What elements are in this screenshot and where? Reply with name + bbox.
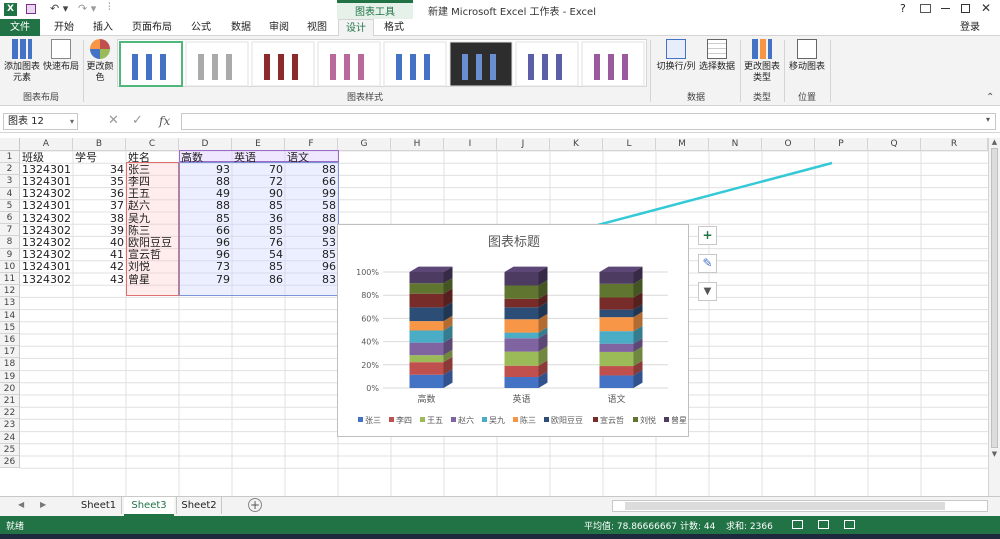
legend-swatch <box>482 417 487 422</box>
bar-segment[interactable] <box>599 317 634 332</box>
legend-swatch <box>389 417 394 422</box>
legend-swatch <box>633 417 638 422</box>
y-tick-label: 40% <box>361 338 379 347</box>
bar-segment[interactable] <box>504 319 539 333</box>
sheet-tabs-bar: ◀ ▶ Sheet1 Sheet3 Sheet2 + <box>0 496 1000 516</box>
bar-segment[interactable] <box>504 332 539 339</box>
status-average: 平均值: 78.86666667 <box>584 522 678 532</box>
bar-segment[interactable] <box>409 307 444 322</box>
legend-label[interactable]: 欧阳豆豆 <box>551 415 583 425</box>
legend-label[interactable]: 曾星 <box>671 415 687 425</box>
chart-elements-button[interactable]: + <box>698 226 717 245</box>
bar-segment[interactable] <box>504 272 539 286</box>
hscroll-thumb[interactable] <box>625 502 945 510</box>
chart-styles-brush-button[interactable]: ✎ <box>698 254 717 273</box>
y-tick-label: 80% <box>361 291 379 300</box>
bar-segment[interactable] <box>599 309 634 318</box>
legend-label[interactable]: 吴九 <box>489 416 505 425</box>
y-tick-label: 0% <box>366 384 379 393</box>
bar-segment[interactable] <box>504 338 539 352</box>
legend-label[interactable]: 李四 <box>396 415 412 425</box>
legend-swatch <box>593 417 598 422</box>
horizontal-scrollbar[interactable] <box>612 500 988 512</box>
chart-object[interactable]: 图表标题 0% 20% 40% 60% 80% 100% 高数 英语 语文 张三 李四 王五 赵六 吴… <box>337 224 689 437</box>
legend-label[interactable]: 张三 <box>365 416 381 425</box>
category-label: 英语 <box>512 393 530 405</box>
bar-segment[interactable] <box>504 351 539 366</box>
legend-swatch <box>664 417 669 422</box>
legend-label[interactable]: 刘悦 <box>640 415 656 425</box>
taskbar <box>0 534 1000 539</box>
bar-segment[interactable] <box>599 343 634 352</box>
add-sheet-icon[interactable]: + <box>248 498 262 512</box>
bar-segment[interactable] <box>409 342 444 356</box>
legend-swatch <box>544 417 549 422</box>
legend-swatch <box>420 417 425 422</box>
status-count: 计数: 44 <box>680 522 716 532</box>
sheet-tab-sheet3[interactable]: Sheet3 <box>124 497 174 516</box>
bar-segment[interactable] <box>504 307 539 320</box>
sheet-tab-sheet2[interactable]: Sheet2 <box>176 497 222 514</box>
bar-segment[interactable] <box>599 351 634 367</box>
next-sheet-icon[interactable]: ▶ <box>40 500 46 509</box>
bar-segment[interactable] <box>504 365 539 378</box>
bar-segment[interactable] <box>599 297 634 310</box>
legend-label[interactable]: 宣云哲 <box>600 415 624 425</box>
page-layout-view-icon[interactable] <box>818 520 829 529</box>
bar-segment[interactable] <box>599 272 634 284</box>
legend-label[interactable]: 陈三 <box>520 415 536 425</box>
bar-segment[interactable] <box>504 285 539 299</box>
legend-label[interactable]: 王五 <box>427 416 443 425</box>
bar-segment[interactable] <box>409 272 444 284</box>
bar-segment[interactable] <box>504 298 539 308</box>
status-ready: 就绪 <box>6 522 25 532</box>
prev-sheet-icon[interactable]: ◀ <box>18 500 24 509</box>
y-tick-label: 60% <box>361 314 379 323</box>
bar-segment[interactable] <box>409 374 444 388</box>
sheet-tab-sheet1[interactable]: Sheet1 <box>76 497 122 514</box>
normal-view-icon[interactable] <box>792 520 803 529</box>
bar-segment[interactable] <box>599 366 634 376</box>
bar-segment[interactable] <box>409 321 444 331</box>
legend-swatch <box>513 417 518 422</box>
bar-segment[interactable] <box>409 330 444 343</box>
y-tick-label: 100% <box>356 268 379 277</box>
bar-segment[interactable] <box>409 283 444 294</box>
y-tick-label: 20% <box>361 361 379 370</box>
category-label: 高数 <box>417 393 435 405</box>
bar-segment[interactable] <box>599 331 634 344</box>
page-break-view-icon[interactable] <box>844 520 855 529</box>
bar-segment[interactable] <box>504 377 539 388</box>
bar-segment[interactable] <box>409 362 444 375</box>
legend-swatch <box>358 417 363 422</box>
bar-segment[interactable] <box>409 355 444 363</box>
category-label: 语文 <box>607 393 625 405</box>
status-bar: 就绪 平均值: 78.86666667 计数: 44 求和: 2366 <box>0 516 1000 534</box>
status-sum: 求和: 2366 <box>726 522 773 532</box>
chart-plot: 图表标题 0% 20% 40% 60% 80% 100% 高数 英语 语文 张三 李四 王五 赵六 吴… <box>356 235 687 425</box>
legend-swatch <box>451 417 456 422</box>
bar-segment[interactable] <box>409 293 444 308</box>
chart-filters-button[interactable]: ▼ <box>698 282 717 301</box>
bar-segment[interactable] <box>599 375 634 388</box>
bar-segment[interactable] <box>599 283 634 298</box>
legend-label[interactable]: 赵六 <box>458 415 474 425</box>
chart-title[interactable]: 图表标题 <box>488 235 540 250</box>
